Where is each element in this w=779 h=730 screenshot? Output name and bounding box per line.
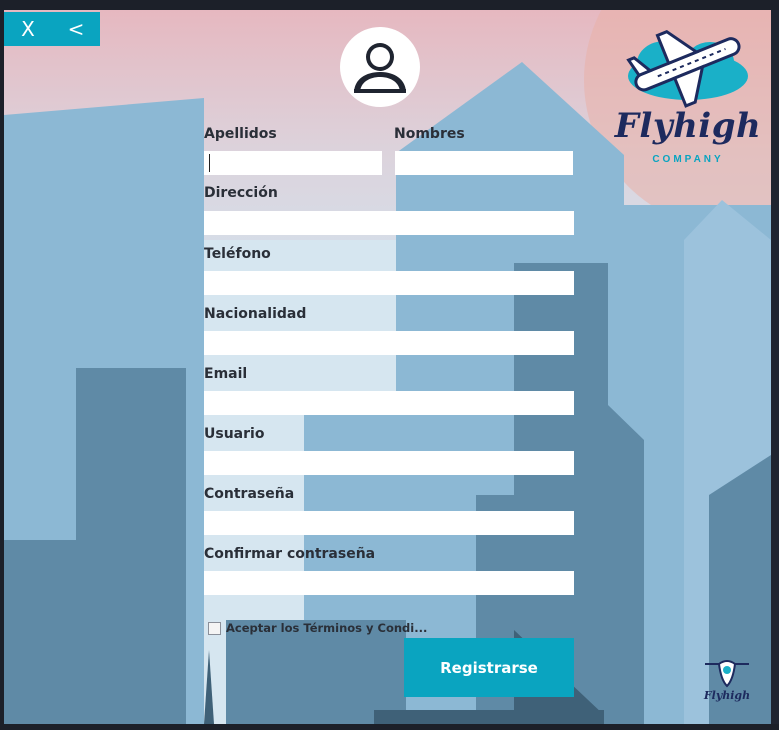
registration-window: X < Flyhigh COMPANY Apellidos Nombres Di…	[4, 10, 771, 724]
apellidos-label: Apellidos	[204, 126, 277, 142]
direccion-label: Dirección	[204, 185, 278, 201]
footer-logo-wordmark: Flyhigh	[703, 689, 751, 702]
footer-logo: Flyhigh	[699, 656, 755, 706]
editor-background-top	[0, 0, 779, 10]
logo-wordmark: Flyhigh	[614, 106, 762, 146]
telefono-label: Teléfono	[204, 246, 271, 262]
email-label: Email	[204, 366, 248, 382]
contrasena-label: Contraseña	[204, 486, 295, 502]
close-button[interactable]: X	[4, 12, 52, 46]
email-field[interactable]	[204, 391, 574, 415]
terms-checkbox[interactable]	[208, 621, 221, 635]
confirmar-label: Confirmar contraseña	[204, 546, 376, 562]
airplane-icon	[626, 29, 748, 108]
back-button[interactable]: <	[52, 12, 100, 46]
telefono-field[interactable]	[204, 271, 574, 295]
password-field[interactable]	[204, 511, 574, 535]
nacionalidad-field[interactable]	[204, 331, 574, 355]
user-avatar-icon	[340, 27, 420, 107]
apellidos-field[interactable]	[204, 151, 382, 175]
terms-row: Aceptar los Términos y Condi...	[208, 621, 427, 635]
nombres-field[interactable]	[395, 151, 573, 175]
usuario-field[interactable]	[204, 451, 574, 475]
nacionalidad-label: Nacionalidad	[204, 306, 307, 322]
usuario-label: Usuario	[204, 426, 265, 442]
terms-label[interactable]: Aceptar los Términos y Condi...	[226, 621, 427, 635]
logo-tagline: COMPANY	[652, 154, 724, 165]
confirm-password-field[interactable]	[204, 571, 574, 595]
company-logo: Flyhigh COMPANY	[610, 18, 766, 168]
text-caret	[209, 154, 210, 172]
direccion-field[interactable]	[204, 211, 574, 235]
window-controls: X <	[4, 12, 100, 46]
airplane-icon	[705, 660, 749, 688]
editor-background-bottom	[0, 724, 779, 730]
register-button[interactable]: Registrarse	[404, 638, 574, 697]
nombres-label: Nombres	[394, 126, 465, 142]
